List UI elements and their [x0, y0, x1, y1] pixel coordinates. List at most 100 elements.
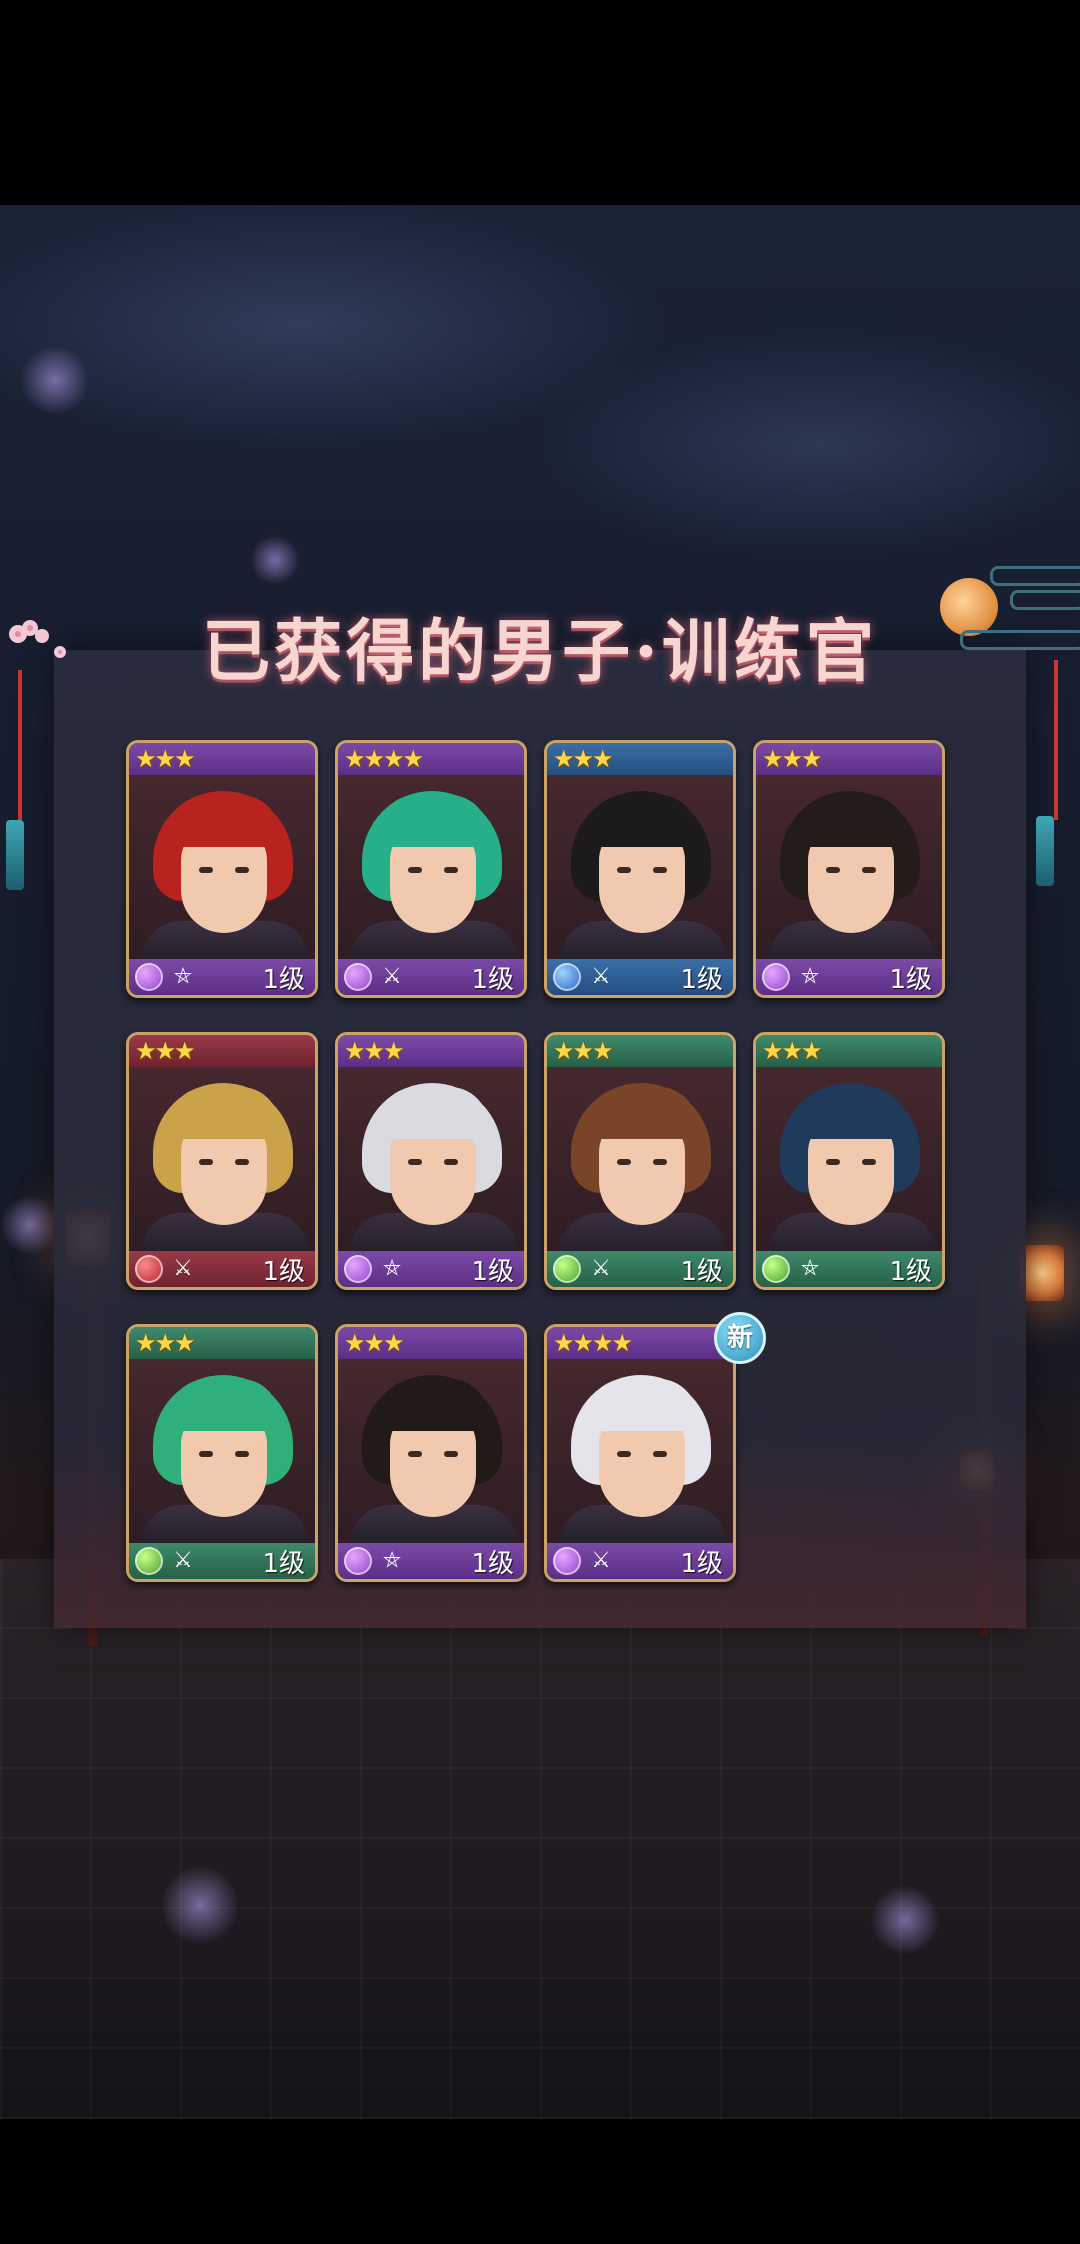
portrait-eye: [862, 1159, 876, 1165]
level-label: 1级: [889, 964, 932, 995]
level-label: 1级: [471, 1256, 514, 1287]
character-card[interactable]: ★★★ ⛤ 1级: [753, 1032, 945, 1290]
card-info-bar: ⚔ 1级: [338, 959, 524, 995]
portrait-bangs: [796, 1087, 906, 1139]
level-label: 1级: [262, 1548, 305, 1579]
card-rarity-bar: ★★★: [338, 1035, 524, 1067]
page-title: 已获得的男子·训练官: [202, 612, 878, 692]
portrait-bangs: [169, 1087, 279, 1139]
pentagram-icon: ⛤: [801, 1256, 819, 1281]
firefly-glow: [160, 1865, 240, 1945]
portrait-bangs: [169, 1379, 279, 1431]
portrait-eye: [617, 1159, 631, 1165]
purple-element-icon: [344, 963, 372, 991]
card-info-bar: ⚔ 1级: [129, 1251, 315, 1287]
firefly-glow: [0, 1195, 60, 1255]
character-card[interactable]: ★★★★ ⚔ 1级: [544, 1324, 736, 1582]
character-portrait: [547, 1359, 733, 1555]
character-card[interactable]: ★★★ ⛤ 1级: [335, 1032, 527, 1290]
card-rarity-bar: ★★★★: [338, 743, 524, 775]
character-card[interactable]: ★★★ ⛤ 1级: [753, 740, 945, 998]
crossed-swords-icon: ⚔: [591, 1548, 611, 1573]
portrait-bangs: [378, 795, 488, 847]
new-badge: 新: [714, 1312, 766, 1364]
crossed-swords-icon: ⚔: [173, 1548, 193, 1573]
green-element-icon: [135, 1547, 163, 1575]
card-info-bar: ⚔ 1级: [129, 1543, 315, 1579]
crossed-swords-icon: ⚔: [173, 1256, 193, 1281]
portrait-eye: [408, 867, 422, 873]
purple-element-icon: [762, 963, 790, 991]
character-card[interactable]: ★★★ ⚔ 1级: [544, 740, 736, 998]
rarity-stars: ★★★: [135, 745, 196, 773]
green-element-icon: [553, 1255, 581, 1283]
character-portrait: [547, 775, 733, 971]
character-portrait: [338, 775, 524, 971]
level-label: 1级: [889, 1256, 932, 1287]
crossed-swords-icon: ⚔: [382, 964, 402, 989]
character-card[interactable]: ★★★ ⚔ 1级: [126, 1032, 318, 1290]
portrait-eye: [826, 1159, 840, 1165]
portrait-eye: [408, 1159, 422, 1165]
portrait-eye: [826, 867, 840, 873]
red-element-icon: [135, 1255, 163, 1283]
portrait-eye: [617, 1451, 631, 1457]
card-rarity-bar: ★★★: [547, 1035, 733, 1067]
card-rarity-bar: ★★★: [756, 743, 942, 775]
card-info-bar: ⚔ 1级: [547, 959, 733, 995]
rarity-stars: ★★★: [344, 1037, 405, 1065]
card-rarity-bar: ★★★: [338, 1327, 524, 1359]
portrait-eye: [235, 867, 249, 873]
character-card[interactable]: ★★★★ ⚔ 1级: [335, 740, 527, 998]
rarity-stars: ★★★: [762, 745, 823, 773]
rarity-stars: ★★★: [762, 1037, 823, 1065]
rarity-stars: ★★★: [135, 1037, 196, 1065]
rarity-stars: ★★★: [344, 1329, 405, 1357]
character-card[interactable]: ★★★ ⛤ 1级: [335, 1324, 527, 1582]
purple-element-icon: [344, 1547, 372, 1575]
character-portrait: [756, 775, 942, 971]
portrait-eye: [199, 1451, 213, 1457]
card-info-bar: ⚔ 1级: [547, 1543, 733, 1579]
left-tassel-charm: [6, 820, 24, 890]
portrait-eye: [444, 867, 458, 873]
level-label: 1级: [471, 964, 514, 995]
pentagram-icon: ⛤: [174, 964, 192, 989]
level-label: 1级: [680, 964, 723, 995]
card-info-bar: ⛤ 1级: [338, 1251, 524, 1287]
rarity-stars: ★★★: [135, 1329, 196, 1357]
portrait-eye: [653, 867, 667, 873]
card-rarity-bar: ★★★: [547, 743, 733, 775]
character-portrait: [547, 1067, 733, 1263]
pentagram-icon: ⛤: [383, 1548, 401, 1573]
card-rarity-bar: ★★★★: [547, 1327, 733, 1359]
character-portrait: [338, 1359, 524, 1555]
card-rarity-bar: ★★★: [129, 1327, 315, 1359]
character-card[interactable]: ★★★ ⚔ 1级: [126, 1324, 318, 1582]
rarity-stars: ★★★: [553, 1037, 614, 1065]
portrait-eye: [235, 1159, 249, 1165]
green-element-icon: [762, 1255, 790, 1283]
card-rarity-bar: ★★★: [129, 743, 315, 775]
card-rarity-bar: ★★★: [756, 1035, 942, 1067]
cloud-decoration: [990, 566, 1080, 586]
portrait-eye: [199, 867, 213, 873]
stone-road: [0, 1559, 1080, 2119]
level-label: 1级: [262, 964, 305, 995]
purple-element-icon: [553, 1547, 581, 1575]
portrait-eye: [653, 1451, 667, 1457]
card-info-bar: ⛤ 1级: [756, 959, 942, 995]
crossed-swords-icon: ⚔: [591, 964, 611, 989]
character-card[interactable]: ★★★ ⛤ 1级: [126, 740, 318, 998]
portrait-bangs: [378, 1087, 488, 1139]
portrait-eye: [235, 1451, 249, 1457]
character-portrait: [129, 1359, 315, 1555]
right-tassel-charm: [1036, 816, 1054, 886]
character-card[interactable]: ★★★ ⚔ 1级: [544, 1032, 736, 1290]
rarity-stars: ★★★: [553, 745, 614, 773]
portrait-eye: [444, 1159, 458, 1165]
purple-element-icon: [135, 963, 163, 991]
portrait-eye: [862, 867, 876, 873]
firefly-glow: [870, 1885, 940, 1955]
level-label: 1级: [680, 1256, 723, 1287]
